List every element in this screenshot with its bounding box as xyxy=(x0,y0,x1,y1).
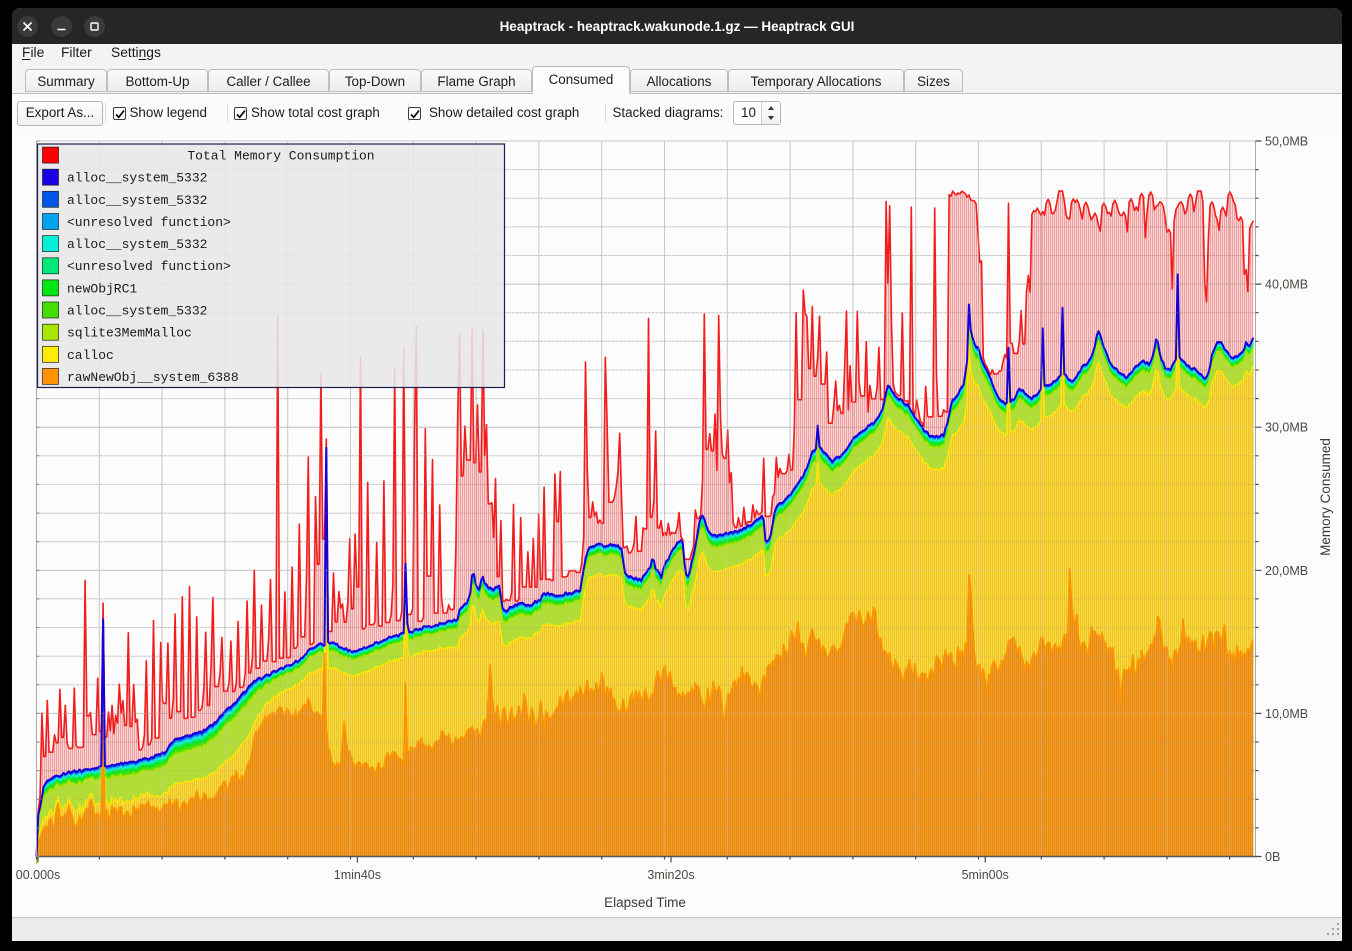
svg-text:Total Memory Consumption: Total Memory Consumption xyxy=(187,149,374,164)
svg-text:<unresolved function>: <unresolved function> xyxy=(67,215,231,230)
svg-text:alloc__system_5332: alloc__system_5332 xyxy=(67,171,207,186)
svg-text:50,0MB: 50,0MB xyxy=(1265,135,1308,149)
svg-text:Memory Consumed: Memory Consumed xyxy=(1318,438,1333,556)
svg-text:alloc__system_5332: alloc__system_5332 xyxy=(67,193,207,208)
svg-text:<unresolved function>: <unresolved function> xyxy=(67,259,231,274)
svg-text:alloc__system_5332: alloc__system_5332 xyxy=(67,237,207,252)
svg-text:00.000s: 00.000s xyxy=(16,868,60,882)
svg-text:Elapsed Time: Elapsed Time xyxy=(604,895,686,910)
svg-text:1min40s: 1min40s xyxy=(334,868,381,882)
svg-text:alloc__system_5332: alloc__system_5332 xyxy=(67,304,207,319)
svg-text:5min00s: 5min00s xyxy=(962,868,1009,882)
svg-text:newObjRC1: newObjRC1 xyxy=(67,281,137,296)
svg-text:30,0MB: 30,0MB xyxy=(1265,421,1308,435)
svg-text:0B: 0B xyxy=(1265,850,1280,864)
svg-text:10,0MB: 10,0MB xyxy=(1265,707,1308,721)
svg-text:3min20s: 3min20s xyxy=(647,868,694,882)
svg-text:20,0MB: 20,0MB xyxy=(1265,564,1308,578)
svg-text:calloc: calloc xyxy=(67,348,114,363)
svg-text:sqlite3MemMalloc: sqlite3MemMalloc xyxy=(67,326,192,341)
svg-text:40,0MB: 40,0MB xyxy=(1265,278,1308,292)
svg-text:rawNewObj__system_6388: rawNewObj__system_6388 xyxy=(67,370,239,385)
